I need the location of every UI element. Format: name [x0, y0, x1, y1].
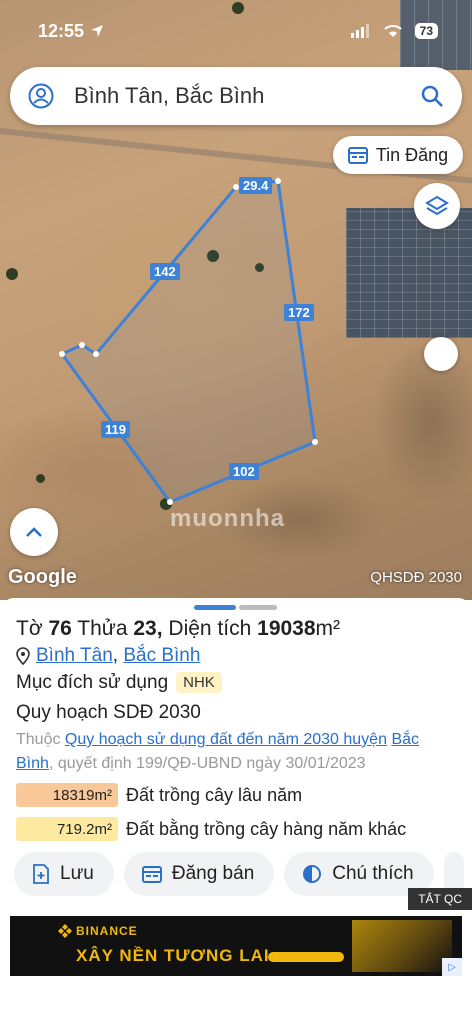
- ad-cta-pill: [268, 952, 344, 962]
- signal-icon: [350, 24, 369, 38]
- parcel-title: Tờ 76 Thửa 23, Diện tích 19038m²: [16, 617, 341, 640]
- action-bar: Lưu Đăng bán Chú thích: [14, 852, 464, 896]
- expand-up-button[interactable]: [10, 508, 58, 556]
- location-pin-icon: [16, 647, 30, 665]
- ad-choices-icon[interactable]: ▷: [442, 958, 462, 976]
- map-toggle-dot[interactable]: [424, 337, 458, 371]
- search-bar[interactable]: Bình Tân, Bắc Bình: [10, 67, 462, 125]
- parcel-location: Bình Tân, Bắc Bình: [16, 645, 200, 667]
- search-input[interactable]: Bình Tân, Bắc Bình: [74, 83, 420, 109]
- status-bar: 12:55 73: [0, 0, 472, 62]
- tin-dang-label: Tin Đăng: [375, 144, 449, 165]
- parcel-info-sheet: Tờ 76 Thửa 23, Diện tích 19038m² Bình Tâ…: [0, 598, 472, 910]
- add-file-icon: [33, 864, 49, 884]
- edge-length-label: 142: [150, 263, 180, 280]
- location-link-commune[interactable]: Bình Tân: [36, 645, 113, 666]
- edge-length-label: 172: [284, 304, 314, 321]
- google-logo: Google: [8, 566, 77, 588]
- area-value-chip: 719.2m²: [16, 817, 118, 841]
- area-value-chip: 18319m²: [16, 783, 118, 807]
- ad-slogan: XÂY NỀN TƯƠNG LAI: [76, 946, 270, 965]
- ad-banner[interactable]: BINANCE XÂY NỀN TƯƠNG LAI: [10, 916, 462, 976]
- area-type-label: Đất trồng cây lâu năm: [126, 784, 303, 805]
- calendar-icon: [347, 147, 368, 164]
- land-use-area-row: 18319m² Đất trồng cây lâu năm: [16, 783, 302, 807]
- close-ads-button[interactable]: TẮT QC: [408, 888, 472, 910]
- sheet-handle[interactable]: [194, 605, 277, 610]
- layers-icon: [425, 195, 449, 216]
- location-link-district[interactable]: Bắc Bình: [123, 645, 200, 666]
- wifi-icon: [383, 25, 402, 37]
- binance-logo-icon: [58, 924, 72, 938]
- edge-length-label: 119: [101, 421, 130, 438]
- contrast-icon: [303, 865, 322, 883]
- location-arrow-icon: [91, 25, 104, 37]
- layers-button[interactable]: [414, 183, 460, 229]
- plan-note: Thuộc Quy hoạch sử dụng đất đến năm 2030…: [16, 731, 420, 772]
- calendar-icon: [141, 866, 162, 883]
- ad-brand: BINANCE: [76, 924, 138, 938]
- edge-length-label: 29.4: [239, 177, 273, 194]
- plan-heading: Quy hoạch SDĐ 2030: [16, 702, 201, 723]
- post-sale-button[interactable]: Đăng bán: [123, 852, 275, 896]
- status-time: 12:55: [38, 20, 85, 41]
- purpose-code-badge: NHK: [176, 672, 222, 694]
- layer-name-label: QHSDĐ 2030: [370, 569, 462, 586]
- purpose-row: Mục đích sử dụng NHK: [16, 672, 222, 694]
- area-type-label: Đất bằng trồng cây hàng năm khác: [126, 818, 407, 839]
- plan-link[interactable]: Quy hoạch sử dụng đất đến năm 2030 huyện: [65, 731, 387, 748]
- save-button[interactable]: Lưu: [14, 852, 114, 896]
- tin-dang-button[interactable]: Tin Đăng: [333, 136, 463, 174]
- battery-indicator: 73: [414, 23, 438, 39]
- edge-length-label: 102: [229, 463, 259, 480]
- user-icon[interactable]: [28, 83, 54, 109]
- chevron-up-icon: [26, 527, 42, 537]
- map-view[interactable]: 29.4 142 172 119 102 muonnha 12:55 73 Bì…: [0, 0, 472, 600]
- land-use-area-row: 719.2m² Đất bằng trồng cây hàng năm khác: [16, 817, 406, 841]
- search-icon[interactable]: [420, 84, 444, 108]
- ad-image: [352, 920, 452, 972]
- watermark: muonnha: [170, 505, 285, 532]
